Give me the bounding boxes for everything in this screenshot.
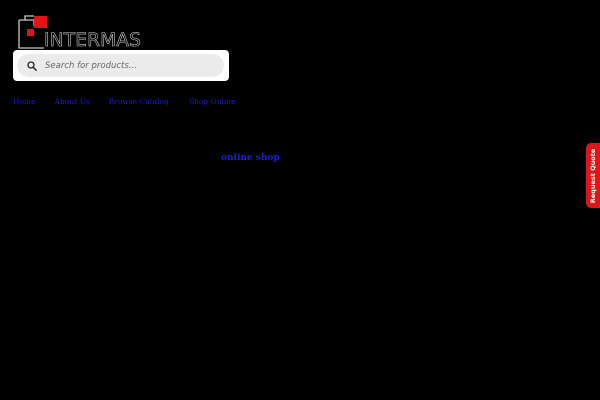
nav-item-browse-catalog[interactable]: Browse Catalog [109, 97, 169, 106]
search-panel [13, 50, 229, 81]
main-nav: Home About Us Browse Catalog Shop Online [13, 95, 236, 107]
nav-item-about-us[interactable]: About Us [55, 97, 90, 106]
logo-text: INTERMAS [44, 30, 142, 52]
online-shop-link[interactable]: online shop [221, 153, 280, 163]
nav-item-home[interactable]: Home [13, 97, 36, 106]
request-quote-label: Request Quote [589, 148, 598, 203]
nav-item-shop-online[interactable]: Shop Online [189, 97, 236, 106]
request-quote-tab[interactable]: Request Quote [586, 143, 600, 208]
brand-logo[interactable]: INTERMAS [14, 12, 146, 52]
page: INTERMAS Home About Us Browse Catalog Sh… [0, 0, 600, 400]
search-field[interactable] [17, 54, 224, 77]
search-input[interactable] [45, 60, 215, 71]
search-icon[interactable] [25, 59, 39, 73]
